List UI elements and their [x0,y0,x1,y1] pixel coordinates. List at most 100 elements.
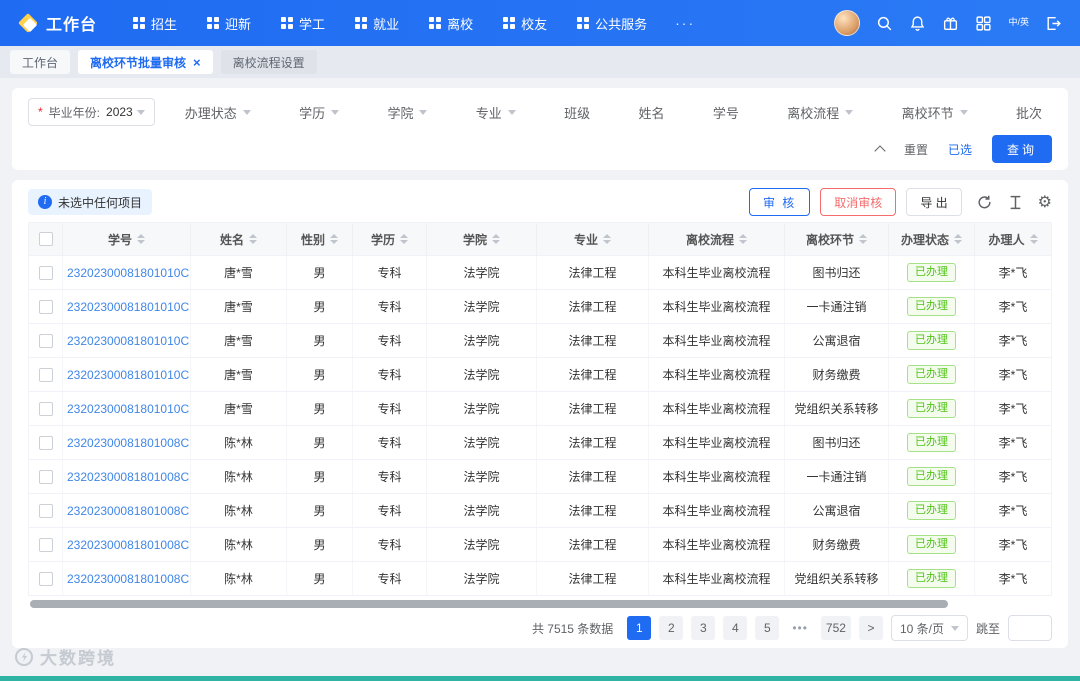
row-checkbox[interactable] [38,299,53,314]
avatar[interactable] [834,10,861,36]
column-header[interactable]: 姓名 [191,223,287,255]
row-checkbox[interactable] [38,367,53,382]
row-checkbox[interactable] [38,265,53,280]
sort-icon[interactable] [249,234,257,244]
student-id-link[interactable]: 23202300081801010C [67,368,189,382]
student-id-link[interactable]: 23202300081801008C [67,572,189,586]
student-id-link[interactable]: 23202300081801010C [67,402,189,416]
filter-field[interactable]: 学号 [713,103,739,122]
nav-menu-item[interactable]: 离校 [429,14,473,33]
filter-field[interactable]: 专业 [476,103,516,122]
row-checkbox[interactable] [38,469,53,484]
column-header[interactable]: 离校流程 [649,223,785,255]
exit-icon[interactable] [1045,15,1062,32]
nav-more-button[interactable]: ··· [675,15,695,31]
language-toggle-icon[interactable]: 中/英 [1008,17,1029,28]
page-button[interactable]: 752 [820,616,851,640]
column-header[interactable]: 学历 [353,223,427,255]
cancel-audit-button[interactable]: 取消审核 [820,188,897,216]
filter-field[interactable]: 离校流程 [787,103,854,122]
query-button[interactable]: 查询 [991,135,1052,163]
graduation-year-select[interactable]: * 毕业年份: 2023 [28,98,155,126]
column-height-icon[interactable] [1007,194,1024,211]
sort-icon[interactable] [137,234,145,244]
page-size-select[interactable]: 10 条/页 [890,615,968,641]
reset-button[interactable]: 重置 [904,141,928,158]
cell-process: 本科生毕业离校流程 [649,256,785,289]
jump-label: 跳至 [975,621,1000,636]
bell-icon[interactable] [909,15,926,32]
nav-item-label: 校友 [521,16,548,32]
student-id-link[interactable]: 23202300081801010C [67,334,189,348]
filter-field[interactable]: 学院 [387,103,428,122]
student-id-link[interactable]: 23202300081801010C [67,266,189,280]
row-checkbox[interactable] [38,435,53,450]
tab[interactable]: 工作台 [10,50,71,74]
filter-field[interactable]: 班级 [564,103,590,122]
column-header[interactable]: 办理人 [975,223,1051,255]
refresh-icon[interactable] [976,194,993,211]
cell-checkbox [29,290,63,323]
sort-icon[interactable] [954,234,962,244]
page-button[interactable]: 2 [659,616,684,640]
sort-icon[interactable] [1029,234,1038,244]
column-header[interactable]: 离校环节 [785,223,889,255]
column-header[interactable]: 学号 [63,223,191,255]
column-header[interactable]: 性别 [287,223,353,255]
nav-menu-item[interactable]: 就业 [355,14,399,33]
sort-icon[interactable] [603,234,611,244]
nav-menu-item[interactable]: 迎新 [207,14,251,33]
student-id-link[interactable]: 23202300081801010C [67,300,189,314]
app-logo[interactable]: 工作台 [18,11,97,35]
sort-icon[interactable] [400,234,408,244]
tab[interactable]: 离校流程设置 [220,50,317,74]
student-id-link[interactable]: 23202300081801008C [67,504,189,518]
selection-notice: 未选中任何项目 [28,189,153,215]
page-button[interactable]: ••• [787,616,813,640]
page-button[interactable]: 3 [691,616,716,640]
export-button[interactable]: 导 出 [906,188,962,216]
selected-link[interactable]: 已选 [948,141,972,158]
close-icon[interactable]: × [193,56,201,69]
page-button[interactable]: 1 [627,616,652,640]
tab[interactable]: 离校环节批量审核 × [78,50,213,74]
column-header[interactable]: 专业 [537,223,649,255]
sort-icon[interactable] [492,234,500,244]
page-button[interactable]: 4 [723,616,748,640]
row-checkbox[interactable] [38,503,53,518]
select-all-checkbox[interactable] [38,232,53,246]
chevron-down-icon [959,110,968,119]
filter-field[interactable]: 学历 [299,103,340,122]
filter-field[interactable]: 姓名 [639,103,665,122]
next-page-button[interactable]: > [858,616,883,640]
row-checkbox[interactable] [38,571,53,586]
nav-menu-item[interactable]: 公共服务 [577,14,647,33]
sort-icon[interactable] [739,234,747,244]
audit-button[interactable]: 审 核 [748,188,811,216]
row-checkbox[interactable] [38,537,53,552]
nav-menu-item[interactable]: 招生 [133,14,177,33]
column-header[interactable]: 学院 [427,223,537,255]
collapse-chevron-up-icon[interactable] [874,145,886,157]
search-icon[interactable] [876,15,893,32]
sort-icon[interactable] [330,234,338,244]
student-id-link[interactable]: 23202300081801008C [67,436,189,450]
jump-page-input[interactable] [1008,615,1052,641]
filter-field[interactable]: 办理状态 [185,103,251,122]
gear-icon[interactable]: ⚙ [1038,194,1052,210]
filter-field-label: 班级 [564,105,591,121]
filter-field[interactable]: 离校环节 [902,103,968,122]
filter-field[interactable]: 批次 [1016,103,1042,122]
row-checkbox[interactable] [38,401,53,416]
student-id-link[interactable]: 23202300081801008C [67,538,189,552]
row-checkbox[interactable] [38,333,53,348]
nav-menu-item[interactable]: 校友 [503,14,547,33]
apps-grid-icon[interactable] [975,15,992,32]
scrollbar-thumb[interactable] [30,600,948,608]
column-header[interactable]: 办理状态 [889,223,975,255]
gift-icon[interactable] [942,15,959,32]
page-button[interactable]: 5 [755,616,780,640]
student-id-link[interactable]: 23202300081801008C [67,470,189,484]
nav-menu-item[interactable]: 学工 [281,14,325,33]
sort-icon[interactable] [859,234,867,244]
